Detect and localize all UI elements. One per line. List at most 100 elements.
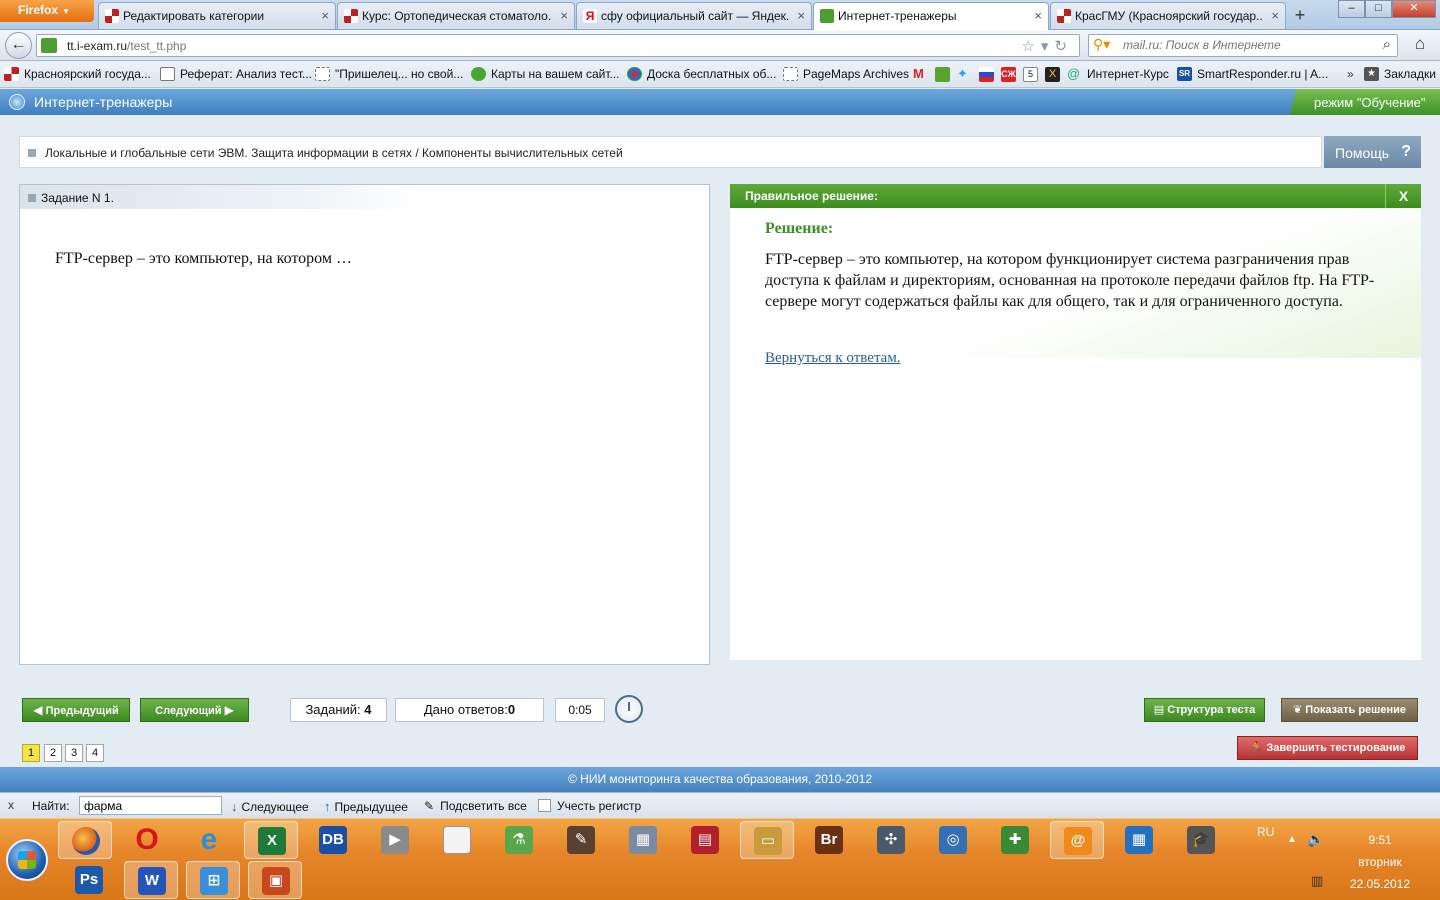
taskbar-app-excel[interactable]: X [244, 821, 298, 859]
page-button-1[interactable]: 1 [22, 744, 40, 762]
search-engine-icon[interactable]: ⚲▾ [1093, 36, 1110, 53]
bookmark-item[interactable]: Красноярский госуда... [4, 67, 151, 81]
close-tab-icon[interactable]: × [1271, 8, 1279, 23]
find-previous-button[interactable]: ↑ Предыдущее [324, 799, 408, 814]
close-tab-icon[interactable]: × [797, 8, 805, 23]
url-text[interactable]: tt.i-exam.ru/test_tt.php [67, 39, 186, 53]
page-button-4[interactable]: 4 [86, 744, 104, 762]
test-structure-button[interactable]: ▤ Структура теста [1144, 698, 1265, 722]
start-button[interactable] [6, 839, 48, 881]
match-case-label: Учесть регистр [557, 799, 642, 813]
help-button[interactable]: Помощь ? [1324, 136, 1421, 168]
taskbar-app-powerpoint[interactable]: ▣ [248, 861, 302, 899]
close-tab-icon[interactable]: × [1034, 8, 1042, 23]
taskbar-app-media-player[interactable]: ▶ [368, 821, 422, 859]
close-solution-button[interactable]: X [1385, 184, 1421, 208]
close-tab-icon[interactable]: × [560, 8, 568, 23]
grid-app-icon: ▦ [1125, 826, 1153, 854]
tab-internet-trainers[interactable]: Интернет-тренажеры × [813, 2, 1049, 30]
taskbar-app-graduation-cap[interactable]: 🎓 [1174, 821, 1228, 859]
address-bar[interactable]: tt.i-exam.ru/test_tt.php ☆▾↻ [36, 34, 1080, 57]
search-icon[interactable]: ⌕ [1383, 36, 1391, 53]
site-identity-icon[interactable] [41, 38, 57, 53]
history-dropdown-icon[interactable]: ▾ [1041, 38, 1055, 55]
bookmark-item[interactable]: SR SmartResponder.ru | A... [1177, 67, 1328, 81]
taskbar-app-photoshop[interactable]: Ps [62, 861, 116, 899]
search-input[interactable] [1123, 38, 1363, 52]
show-solution-button[interactable]: ❦ Показать решение [1281, 698, 1418, 722]
bookmark-item[interactable]: "Пришелец... но свой... [315, 67, 463, 81]
tab-edit-categories[interactable]: Редактировать категории × [98, 2, 336, 29]
page-button-3[interactable]: 3 [65, 744, 83, 762]
close-findbar-icon[interactable]: x [8, 798, 14, 812]
bookmark-item[interactable]: PageMaps Archives [783, 67, 909, 81]
find-input[interactable] [79, 796, 222, 815]
taskbar-app-globe[interactable]: ◎ [926, 821, 980, 859]
volume-icon[interactable]: 🔈 [1307, 831, 1324, 848]
bookmark-x-icon[interactable]: X [1045, 67, 1060, 82]
navigation-toolbar: ← tt.i-exam.ru/test_tt.php ☆▾↻ ⚲▾ ⌕ ⌂ [0, 30, 1440, 61]
taskbar-app-mail-agent[interactable]: @ [1050, 821, 1104, 859]
russia-flag-icon[interactable] [979, 67, 994, 82]
taskbar-app-flask[interactable]: ⚗ [492, 821, 546, 859]
taskbar-app-firefox[interactable] [58, 821, 112, 859]
bookmarks-menu[interactable]: ★ Закладки [1364, 67, 1436, 81]
taskbar-app-shield[interactable]: ✚ [988, 821, 1042, 859]
firefox-menu-button[interactable]: Firefox ▼ [0, 0, 94, 22]
tab-yandex-search[interactable]: Я сфу официальный сайт — Яндек... × [576, 2, 812, 29]
tab-course[interactable]: Курс: Ортопедическая стоматоло... × [337, 2, 575, 29]
taskbar-app-windows-flag[interactable]: ⊞ [186, 861, 240, 899]
bookmark-item[interactable]: Карты на вашем сайт... [471, 67, 620, 81]
match-case-checkbox[interactable] [538, 799, 551, 812]
previous-button[interactable]: ◀ Предыдущий [22, 698, 130, 722]
taskbar-app-quill[interactable]: ✎ [554, 821, 608, 859]
taskbar-app-bridge[interactable]: Br [802, 821, 856, 859]
twitter-icon[interactable]: ✦ [957, 67, 972, 82]
taskbar-app-floppy[interactable]: ▤ [678, 821, 732, 859]
calculator-icon: ▦ [629, 826, 657, 854]
maps-icon [471, 67, 486, 81]
bookmark-item[interactable]: @ Интернет-Курс [1067, 67, 1169, 81]
bookmark-red-icon[interactable]: СЖ [1001, 67, 1016, 82]
maximize-icon[interactable]: □ [1365, 0, 1392, 18]
taskbar-app-document[interactable] [430, 821, 484, 859]
gmail-icon[interactable]: M [913, 67, 928, 82]
minimize-icon[interactable]: – [1338, 0, 1365, 18]
search-bar[interactable]: ⚲▾ ⌕ [1088, 34, 1398, 57]
page-button-2[interactable]: 2 [44, 744, 62, 762]
windows-taskbar: Oe X DB ▶ ⚗ ✎ ▦ ▤ ▭ Br ✣ ◎ ✚ @ ▦ 🎓 Ps W ⊞ ▣ RU ▲ 🔈 ▥ 9:51 … [0, 818, 1440, 900]
close-tab-icon[interactable]: × [321, 8, 329, 23]
back-button[interactable]: ← [5, 32, 32, 59]
taskbar-app-explorer[interactable]: ▭ [740, 821, 794, 859]
bookmark-green-icon[interactable] [935, 67, 950, 82]
show-hidden-icons-icon[interactable]: ▲ [1287, 834, 1297, 845]
graduation-cap-icon: 🎓 [1187, 826, 1215, 854]
language-indicator[interactable]: RU [1257, 825, 1274, 839]
finish-test-button[interactable]: 🏃 Завершить тестирование [1237, 736, 1418, 760]
find-next-button[interactable]: ↓ Следующее [231, 799, 309, 814]
excel-icon: X [258, 827, 286, 855]
taskbar-app-calculator[interactable]: ▦ [616, 821, 670, 859]
taskbar-app-grid-app[interactable]: ▦ [1112, 821, 1166, 859]
network-icon[interactable]: ▥ [1311, 873, 1323, 889]
taskbar-app-word[interactable]: W [124, 861, 178, 899]
highlight-all-button[interactable]: ✎ Подсветить все [424, 799, 527, 813]
bookmark-star-icon[interactable]: ☆ [1021, 38, 1040, 55]
taskbar-app-db[interactable]: DB [306, 821, 360, 859]
arrow-right-icon: ▶ [224, 703, 234, 717]
tab-krasgmu[interactable]: КрасГМУ (Красноярский государ... × [1050, 2, 1286, 29]
taskbar-clock[interactable]: 9:51 вторник 22.05.2012 [1330, 829, 1430, 895]
bookmark-five-icon[interactable]: 5 [1023, 67, 1038, 82]
back-to-answers-link[interactable]: Вернуться к ответам. [765, 350, 901, 367]
next-button[interactable]: Следующий ▶ [140, 698, 249, 722]
close-window-icon[interactable]: ✕ [1392, 0, 1436, 18]
taskbar-app-opera[interactable]: O [120, 821, 174, 859]
new-tab-button[interactable]: + [1288, 4, 1312, 26]
overflow-chevron-icon[interactable]: » [1347, 67, 1362, 82]
reload-icon[interactable]: ↻ [1054, 38, 1073, 55]
bookmark-item[interactable]: Доска бесплатных об... [627, 67, 776, 81]
home-icon[interactable]: ⌂ [1404, 34, 1436, 57]
taskbar-app-network-tool[interactable]: ✣ [864, 821, 918, 859]
taskbar-app-internet-explorer[interactable]: e [182, 821, 236, 859]
bookmark-item[interactable]: Реферат: Анализ тест... [160, 67, 312, 81]
